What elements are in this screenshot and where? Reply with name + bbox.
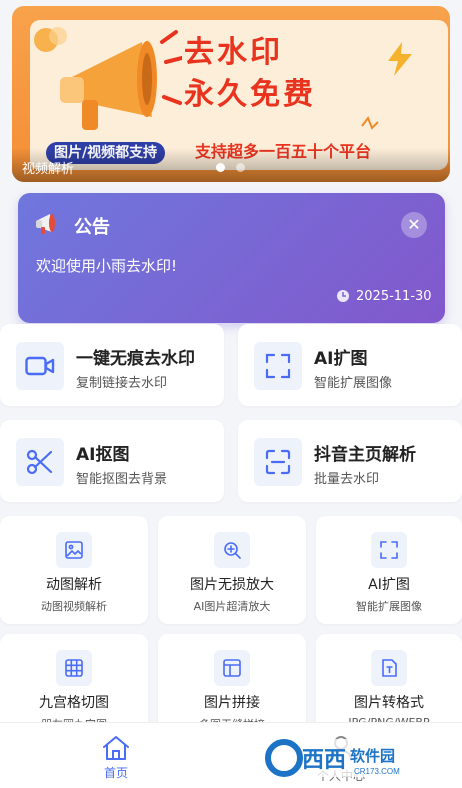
headline-line-2: 永久免费	[184, 77, 316, 112]
tool-card-gif-parse[interactable]: 动图解析 动图视频解析	[0, 516, 148, 624]
nav-tab-home-label: 首页	[103, 766, 128, 780]
tool-title: AI扩图	[368, 577, 410, 593]
megaphone-illustration	[60, 30, 182, 130]
layout-icon	[214, 650, 250, 686]
tool-card-upscale[interactable]: 图片无损放大 AI图片超清放大	[158, 516, 306, 624]
promo-banner[interactable]: 去水印 永久免费 图片/视频都支持 支持超多一百五十个平台 视频解析	[12, 6, 450, 182]
feature-card-douyin-parse[interactable]: 抖音主页解析 批量去水印	[238, 420, 462, 502]
close-icon[interactable]: ✕	[401, 212, 427, 238]
expand-corners-icon	[371, 532, 407, 568]
headline-line-1: 去水印	[184, 35, 283, 70]
scissors-icon	[16, 438, 64, 486]
notice-body: 欢迎使用小雨去水印!	[36, 257, 178, 275]
svg-text:CR173.COM: CR173.COM	[354, 767, 400, 776]
banner-shade	[12, 148, 450, 182]
feature-subtitle: 批量去水印	[314, 472, 380, 487]
banner-caption: 视频解析	[22, 162, 75, 177]
clock-icon	[337, 290, 349, 302]
tool-card-ai-expand[interactable]: AI扩图 智能扩展图像	[316, 516, 462, 624]
notice-date: 2025-11-30	[356, 289, 432, 304]
lightning-icon	[388, 42, 412, 76]
grid-icon	[56, 650, 92, 686]
feature-card-watermark-removal[interactable]: 一键无痕去水印 复制链接去水印	[0, 324, 224, 406]
file-convert-icon	[371, 650, 407, 686]
app-root: 去水印 永久免费 图片/视频都支持 支持超多一百五十个平台 视频解析 公告 ✕ …	[0, 0, 462, 788]
feature-title: AI抠图	[76, 445, 130, 465]
feature-card-ai-expand[interactable]: AI扩图 智能扩展图像	[238, 324, 462, 406]
feature-title: 一键无痕去水印	[76, 349, 195, 369]
tool-subtitle: AI图片超清放大	[193, 600, 271, 613]
tool-title: 图片无损放大	[190, 577, 274, 593]
home-icon	[103, 736, 129, 760]
banner-headline: 去水印 永久免费	[184, 32, 316, 116]
feature-subtitle: 智能扩展图像	[314, 376, 393, 391]
feature-title: 抖音主页解析	[314, 445, 416, 465]
carousel-indicator-active[interactable]	[216, 163, 225, 172]
feature-title: AI扩图	[314, 349, 368, 369]
svg-text:西西: 西西	[302, 747, 346, 772]
nav-tab-home[interactable]: 首页	[85, 731, 147, 783]
carousel-indicator[interactable]	[236, 163, 245, 172]
tool-title: 动图解析	[46, 577, 102, 593]
notice-card: 公告 ✕ 欢迎使用小雨去水印! 2025-11-30	[18, 193, 445, 323]
tool-title: 图片转格式	[354, 695, 424, 711]
feature-subtitle: 智能抠图去背景	[76, 472, 168, 487]
tool-subtitle: 动图视频解析	[41, 600, 107, 613]
zoom-in-icon	[214, 532, 250, 568]
tool-subtitle: 智能扩展图像	[356, 600, 422, 613]
site-watermark: 西西 软件园 CR173.COM	[262, 739, 442, 777]
video-camera-icon	[16, 342, 64, 390]
tool-title: 图片拼接	[204, 695, 260, 711]
notice-title: 公告	[74, 217, 110, 238]
feature-card-ai-cutout[interactable]: AI抠图 智能抠图去背景	[0, 420, 224, 502]
expand-corners-icon	[254, 342, 302, 390]
scan-frame-icon	[254, 438, 302, 486]
feature-subtitle: 复制链接去水印	[76, 376, 168, 391]
svg-text:软件园: 软件园	[350, 747, 395, 765]
tool-title: 九宫格切图	[39, 695, 109, 711]
megaphone-icon	[36, 214, 55, 234]
image-icon	[56, 532, 92, 568]
